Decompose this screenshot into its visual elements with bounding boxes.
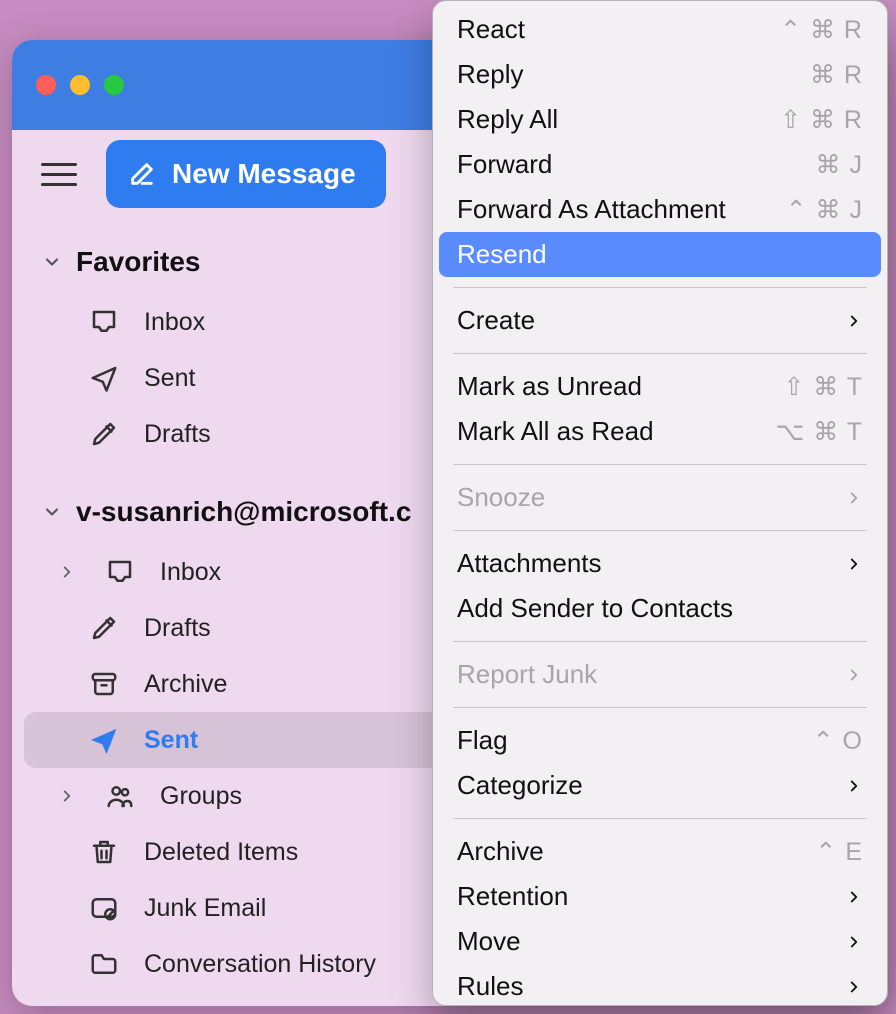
window-zoom-button[interactable] bbox=[104, 75, 124, 95]
menu-separator bbox=[453, 818, 867, 819]
chevron-right-icon[interactable] bbox=[54, 563, 80, 581]
menu-label: Mark All as Read bbox=[457, 416, 654, 447]
chevron-right-icon[interactable] bbox=[54, 787, 80, 805]
folder-label: Deleted Items bbox=[144, 838, 298, 867]
menu-shortcut: ⌃ E bbox=[815, 837, 863, 867]
menu-shortcut: ⌃ O bbox=[813, 726, 863, 756]
window-close-button[interactable] bbox=[36, 75, 56, 95]
menu-label: Attachments bbox=[457, 548, 602, 579]
menu-label: Create bbox=[457, 305, 535, 336]
chevron-right-icon bbox=[845, 555, 863, 573]
folder-label: Inbox bbox=[160, 558, 221, 587]
chevron-right-icon bbox=[845, 666, 863, 684]
menu-label: Forward bbox=[457, 149, 552, 180]
menu-mark-all-read[interactable]: Mark All as Read ⌥ ⌘ T bbox=[439, 409, 881, 454]
menu-label: Retention bbox=[457, 881, 568, 912]
menu-label: Categorize bbox=[457, 770, 583, 801]
folder-label: Archive bbox=[144, 670, 227, 699]
folder-label: Drafts bbox=[144, 420, 211, 449]
new-message-button[interactable]: New Message bbox=[106, 140, 386, 208]
menu-label: Move bbox=[457, 926, 521, 957]
trash-icon bbox=[86, 834, 122, 870]
menu-label: Flag bbox=[457, 725, 508, 756]
folder-label: Sent bbox=[144, 364, 195, 393]
chevron-right-icon bbox=[845, 312, 863, 330]
folder-label: Conversation History bbox=[144, 950, 376, 979]
chevron-right-icon bbox=[845, 888, 863, 906]
inbox-icon bbox=[86, 304, 122, 340]
menu-mark-unread[interactable]: Mark as Unread ⇧ ⌘ T bbox=[439, 364, 881, 409]
folder-label: Sent bbox=[144, 726, 198, 755]
menu-archive[interactable]: Archive ⌃ E bbox=[439, 829, 881, 874]
chevron-down-icon bbox=[42, 502, 62, 522]
menu-label: Reply bbox=[457, 59, 523, 90]
folder-label: Groups bbox=[160, 782, 242, 811]
menu-shortcut: ⌃ ⌘ J bbox=[786, 195, 863, 225]
menu-label: React bbox=[457, 14, 525, 45]
archive-icon bbox=[86, 666, 122, 702]
menu-forward[interactable]: Forward ⌘ J bbox=[439, 142, 881, 187]
menu-separator bbox=[453, 464, 867, 465]
inbox-icon bbox=[102, 554, 138, 590]
menu-separator bbox=[453, 530, 867, 531]
menu-shortcut: ⇧ ⌘ T bbox=[783, 372, 863, 402]
menu-reply-all[interactable]: Reply All ⇧ ⌘ R bbox=[439, 97, 881, 142]
menu-report-junk: Report Junk bbox=[439, 652, 881, 697]
menu-label: Rules bbox=[457, 971, 523, 1002]
menu-separator bbox=[453, 353, 867, 354]
folder-label: Junk Email bbox=[144, 894, 266, 923]
chevron-down-icon bbox=[42, 252, 62, 272]
menu-resend[interactable]: Resend bbox=[439, 232, 881, 277]
folder-icon bbox=[86, 946, 122, 982]
menu-snooze: Snooze bbox=[439, 475, 881, 520]
menu-shortcut: ⇧ ⌘ R bbox=[780, 105, 863, 135]
hamburger-menu-button[interactable] bbox=[32, 152, 86, 196]
menu-separator bbox=[453, 707, 867, 708]
account-label: v-susanrich@microsoft.c bbox=[76, 496, 411, 528]
menu-label: Snooze bbox=[457, 482, 545, 513]
sent-icon bbox=[86, 722, 122, 758]
menu-shortcut: ⌃ ⌘ R bbox=[780, 15, 863, 45]
context-menu: React ⌃ ⌘ R Reply ⌘ R Reply All ⇧ ⌘ R Fo… bbox=[432, 0, 888, 1006]
menu-attachments[interactable]: Attachments bbox=[439, 541, 881, 586]
menu-reply[interactable]: Reply ⌘ R bbox=[439, 52, 881, 97]
menu-react[interactable]: React ⌃ ⌘ R bbox=[439, 7, 881, 52]
menu-move[interactable]: Move bbox=[439, 919, 881, 964]
menu-retention[interactable]: Retention bbox=[439, 874, 881, 919]
menu-shortcut: ⌘ J bbox=[816, 150, 863, 180]
menu-label: Mark as Unread bbox=[457, 371, 642, 402]
menu-create[interactable]: Create bbox=[439, 298, 881, 343]
menu-add-sender-to-contacts[interactable]: Add Sender to Contacts bbox=[439, 586, 881, 631]
folder-label: Drafts bbox=[144, 614, 211, 643]
chevron-right-icon bbox=[845, 978, 863, 996]
groups-icon bbox=[102, 778, 138, 814]
menu-separator bbox=[453, 641, 867, 642]
junk-icon bbox=[86, 890, 122, 926]
menu-rules[interactable]: Rules bbox=[439, 964, 881, 1009]
menu-shortcut: ⌥ ⌘ T bbox=[775, 417, 863, 447]
window-minimize-button[interactable] bbox=[70, 75, 90, 95]
compose-icon bbox=[128, 160, 156, 188]
new-message-label: New Message bbox=[172, 158, 356, 190]
chevron-right-icon bbox=[845, 777, 863, 795]
menu-categorize[interactable]: Categorize bbox=[439, 763, 881, 808]
menu-label: Archive bbox=[457, 836, 544, 867]
drafts-icon bbox=[86, 416, 122, 452]
menu-label: Add Sender to Contacts bbox=[457, 593, 733, 624]
menu-forward-as-attachment[interactable]: Forward As Attachment ⌃ ⌘ J bbox=[439, 187, 881, 232]
favorites-label: Favorites bbox=[76, 246, 201, 278]
chevron-right-icon bbox=[845, 489, 863, 507]
menu-label: Resend bbox=[457, 239, 547, 270]
folder-label: Inbox bbox=[144, 308, 205, 337]
drafts-icon bbox=[86, 610, 122, 646]
menu-label: Reply All bbox=[457, 104, 558, 135]
sent-icon bbox=[86, 360, 122, 396]
menu-separator bbox=[453, 287, 867, 288]
menu-flag[interactable]: Flag ⌃ O bbox=[439, 718, 881, 763]
chevron-right-icon bbox=[845, 933, 863, 951]
menu-shortcut: ⌘ R bbox=[810, 60, 863, 90]
menu-label: Report Junk bbox=[457, 659, 597, 690]
menu-label: Forward As Attachment bbox=[457, 194, 726, 225]
